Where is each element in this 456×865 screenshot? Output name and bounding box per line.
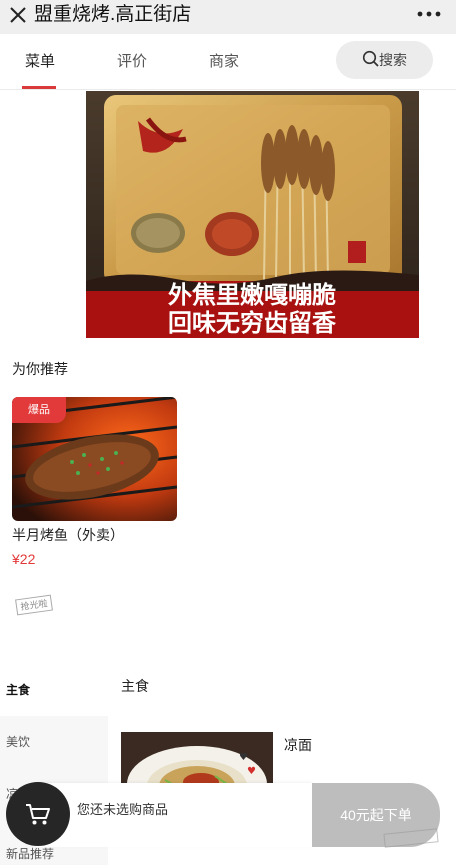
search-button[interactable]: 搜索 (336, 41, 433, 79)
sold-out-stamp: 抢光啦 (15, 594, 53, 616)
menu-item-name: 凉面 (284, 737, 312, 753)
tab-menu[interactable]: 菜单 (25, 50, 55, 71)
svg-text:♥: ♥ (247, 766, 256, 777)
hot-badge: 爆品 (12, 397, 66, 423)
close-icon[interactable] (7, 4, 29, 26)
menu-section-title: 主食 (121, 678, 149, 694)
recommend-item-price: ¥22 (12, 551, 36, 567)
tab-merchant[interactable]: 商家 (209, 50, 239, 71)
store-title: 盟重烧烤.高正街店 (34, 4, 192, 25)
search-label: 搜索 (379, 52, 407, 68)
tab-bar: 菜单 评价 商家 搜索 (0, 34, 456, 90)
cart-empty-text: 您还未选购商品 (77, 802, 169, 817)
banner-line-2: 回味无穷齿留香 (168, 309, 337, 337)
banner-line-1: 外焦里嫩嘎嘣脆 (168, 281, 336, 309)
recommend-item-card[interactable]: 爆品 (12, 397, 177, 521)
banner-image: 外焦里嫩嘎嘣脆 回味无穷齿留香 (86, 91, 419, 338)
cart-button[interactable] (6, 782, 70, 846)
cart-icon (26, 804, 50, 825)
promo-banner[interactable]: 外焦里嫩嘎嘣脆 回味无穷齿留香 (86, 91, 419, 338)
search-icon (362, 50, 379, 67)
svg-text:♥: ♥ (239, 752, 248, 763)
active-tab-indicator (22, 86, 56, 89)
more-dots-icon[interactable] (416, 9, 442, 19)
recommend-item-name: 半月烤鱼（外卖） (12, 527, 124, 543)
top-bar: 盟重烧烤.高正街店 (0, 0, 456, 34)
category-item-main-food[interactable]: 主食 (0, 664, 108, 716)
tab-reviews[interactable]: 评价 (117, 50, 147, 71)
recommend-heading: 为你推荐 (12, 361, 68, 377)
category-item-drinks[interactable]: 美饮 (0, 716, 108, 768)
